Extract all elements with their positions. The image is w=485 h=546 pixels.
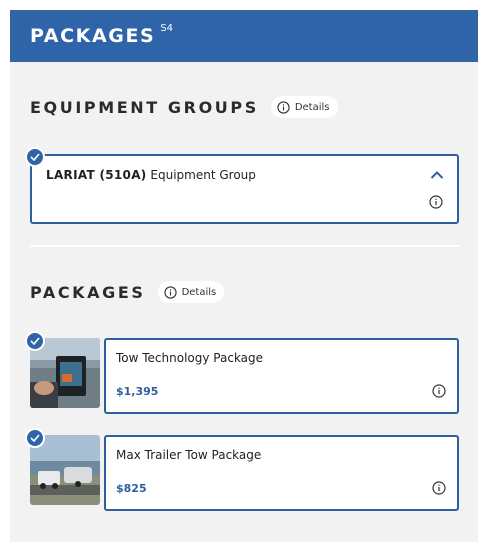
header-title: PACKAGES: [30, 25, 156, 47]
packages-heading: PACKAGES Details: [30, 281, 225, 303]
equipment-groups-title: EQUIPMENT GROUPS: [30, 97, 259, 117]
details-label: Details: [181, 286, 217, 298]
equipment-group-code: LARIAT (510A): [46, 168, 147, 182]
package-name: Tow Technology Package: [116, 351, 264, 365]
section-divider: [30, 245, 459, 247]
package-price: $1,395: [116, 385, 159, 398]
info-icon[interactable]: [432, 481, 446, 495]
info-icon[interactable]: [432, 384, 446, 398]
package-card-tow-technology[interactable]: Tow Technology Package $1,395: [104, 338, 459, 414]
package-card-max-trailer-tow[interactable]: Max Trailer Tow Package $825: [104, 435, 459, 511]
info-icon[interactable]: [429, 195, 443, 209]
header-superscript: S4: [160, 22, 174, 34]
packages-title: PACKAGES: [30, 282, 146, 302]
selected-check-icon: [25, 428, 45, 448]
packages-details-button[interactable]: Details: [157, 281, 225, 303]
equipment-group-card-lariat[interactable]: LARIAT (510A) Equipment Group: [30, 154, 459, 224]
equipment-group-suffix: Equipment Group: [150, 168, 256, 182]
equipment-group-label: LARIAT (510A) Equipment Group: [46, 168, 256, 182]
info-icon: [277, 100, 290, 114]
packages-panel: PACKAGES S4 EQUIPMENT GROUPS Details LAR…: [10, 10, 478, 542]
equipment-groups-details-button[interactable]: Details: [270, 96, 338, 118]
details-label: Details: [294, 101, 330, 113]
package-name: Max Trailer Tow Package: [116, 448, 262, 462]
chevron-up-icon[interactable]: [430, 170, 444, 180]
info-icon: [163, 285, 177, 299]
selected-check-icon: [25, 147, 45, 167]
selected-check-icon: [25, 331, 45, 351]
packages-header: PACKAGES S4: [10, 10, 478, 62]
package-price: $825: [116, 482, 147, 495]
equipment-groups-heading: EQUIPMENT GROUPS Details: [30, 96, 338, 118]
